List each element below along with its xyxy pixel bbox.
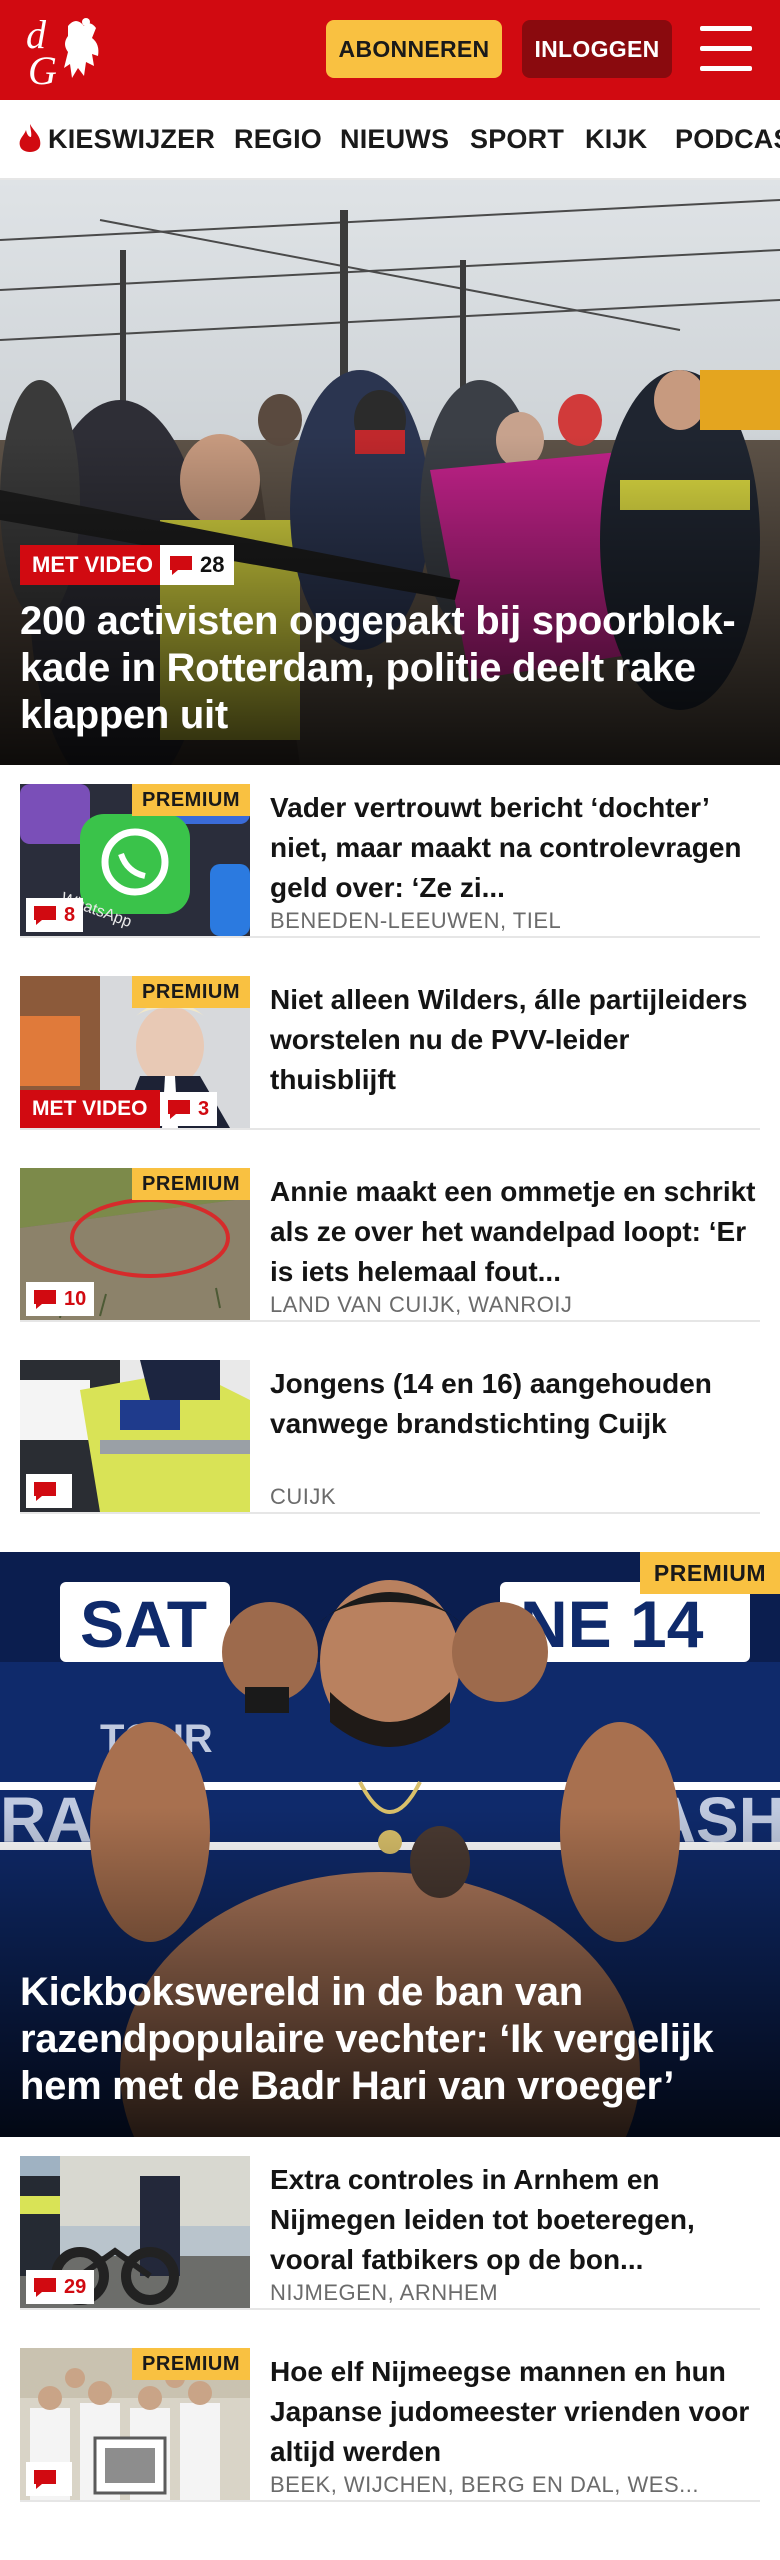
feature-headline[interactable]: Kickbokswereld in de ban van razendpopul… xyxy=(20,1969,770,2110)
article-item[interactable]: PREMIUM Hoe elf Nijmeegse mannen en hun … xyxy=(20,2330,760,2502)
comment-icon xyxy=(34,906,56,925)
comment-icon xyxy=(170,556,192,575)
comment-count: 3 xyxy=(198,1097,210,1120)
comment-count-badge: 28 xyxy=(160,545,235,585)
nav-item-kieswijzer[interactable]: KIESWIJZER xyxy=(16,100,215,178)
video-badge: MET VIDEO xyxy=(20,545,166,585)
top-bar: d G ABONNEREN INLOGGEN xyxy=(0,0,780,100)
comment-count-badge: 10 xyxy=(26,1282,95,1316)
article-thumbnail: PREMIUM MET VIDEO 3 xyxy=(20,976,250,1128)
comment-icon xyxy=(34,2470,56,2489)
article-item[interactable]: PREMIUM MET VIDEO 3 Niet alleen Wilders,… xyxy=(20,958,760,1130)
svg-text:G: G xyxy=(28,48,57,88)
article-item[interactable]: 29 Extra controles in Arnhem en Nijmegen… xyxy=(20,2138,760,2310)
comment-icon xyxy=(34,1482,56,1501)
article-thumbnail: PREMIUM 10 xyxy=(20,1168,250,1320)
premium-badge: PREMIUM xyxy=(132,1168,250,1200)
article-item[interactable]: Jongens (14 en 16) aangehouden vanwege b… xyxy=(20,1342,760,1514)
article-headline[interactable]: Annie maakt een ommetje en schrikt als z… xyxy=(270,1172,760,1292)
premium-badge: PREMIUM xyxy=(132,784,250,816)
article-location: LAND VAN CUIJK, WANROIJ xyxy=(270,1292,573,1317)
premium-badge: PREMIUM xyxy=(132,2348,250,2380)
article-headline[interactable]: Extra controles in Arnhem en Nijmegen le… xyxy=(270,2160,760,2280)
hero-article[interactable]: MET VIDEO 28 200 activisten opgepakt bij… xyxy=(0,180,780,765)
nav-label: NIEUWS xyxy=(340,123,450,154)
nav-item-regio[interactable]: REGIO xyxy=(234,100,322,178)
article-headline[interactable]: Vader vertrouwt bericht ‘dochter’ niet, … xyxy=(270,788,760,908)
article-thumbnail: WhatsApp PREMIUM 8 xyxy=(20,784,250,936)
feature-article[interactable]: SAT NE 14 RAJAI GASHI TOUR PREMIUM Kickb… xyxy=(0,1552,780,2137)
comment-count: 28 xyxy=(200,552,225,577)
article-location: CUIJK xyxy=(270,1484,337,1509)
nav-item-podcast[interactable]: PODCAS xyxy=(675,100,780,178)
nav-label: PODCAS xyxy=(675,123,780,154)
flame-icon xyxy=(19,124,41,152)
nav-item-sport[interactable]: SPORT xyxy=(470,100,564,178)
article-headline[interactable]: Hoe elf Nijmeegse mannen en hun Japanse … xyxy=(270,2352,760,2472)
article-location: BENEDEN-LEEUWEN, TIEL xyxy=(270,908,562,933)
nav-label: REGIO xyxy=(234,123,323,154)
nav-label: SPORT xyxy=(470,123,565,154)
article-thumbnail: 29 xyxy=(20,2156,250,2308)
comment-count-badge: 3 xyxy=(160,1092,218,1126)
comment-icon xyxy=(34,2278,56,2297)
premium-badge: PREMIUM xyxy=(132,976,250,1008)
comment-count: 8 xyxy=(64,903,76,926)
section-nav: KIESWIJZER REGIO NIEUWS SPORT KIJK PODCA… xyxy=(0,100,780,180)
login-button[interactable]: INLOGGEN xyxy=(522,20,672,78)
article-headline[interactable]: Niet alleen Wilders, álle partijlei­ders… xyxy=(270,980,760,1100)
article-thumbnail xyxy=(20,1360,250,1512)
nav-label: KIESWIJZER xyxy=(48,123,216,154)
nav-item-nieuws[interactable]: NIEUWS xyxy=(340,100,449,178)
comment-icon xyxy=(34,1290,56,1309)
article-thumbnail: PREMIUM xyxy=(20,2348,250,2500)
nav-item-kijk[interactable]: KIJK xyxy=(585,100,647,178)
article-item[interactable]: WhatsApp PREMIUM 8 Vader vertrouwt beric… xyxy=(20,766,760,938)
comment-count: 29 xyxy=(64,2275,87,2298)
nav-label: KIJK xyxy=(585,123,648,154)
comment-count-badge: 29 xyxy=(26,2270,95,2304)
article-location: NIJMEGEN, ARNHEM xyxy=(270,2280,499,2305)
article-item[interactable]: PREMIUM 10 Annie maakt een ommetje en sc… xyxy=(20,1150,760,1322)
hero-headline[interactable]: 200 activisten opgepakt bij spoorblok­ka… xyxy=(20,598,765,739)
comment-icon xyxy=(168,1100,190,1119)
comment-count-badge xyxy=(26,2462,72,2496)
dg-logo[interactable]: d G xyxy=(24,12,114,88)
subscribe-button[interactable]: ABONNEREN xyxy=(326,20,502,78)
menu-icon[interactable] xyxy=(700,26,752,72)
premium-badge: PREMIUM xyxy=(639,1552,780,1594)
article-headline[interactable]: Jongens (14 en 16) aangehouden vanwege b… xyxy=(270,1364,760,1444)
comment-count: 10 xyxy=(64,1287,87,1310)
video-badge: MET VIDEO xyxy=(20,1090,160,1128)
comment-count-badge xyxy=(26,1474,72,1508)
article-location: BEEK, WIJCHEN, BERG EN DAL, WES... xyxy=(270,2472,699,2497)
comment-count-badge: 8 xyxy=(26,898,84,932)
svg-text:SAT: SAT xyxy=(80,1587,207,1661)
